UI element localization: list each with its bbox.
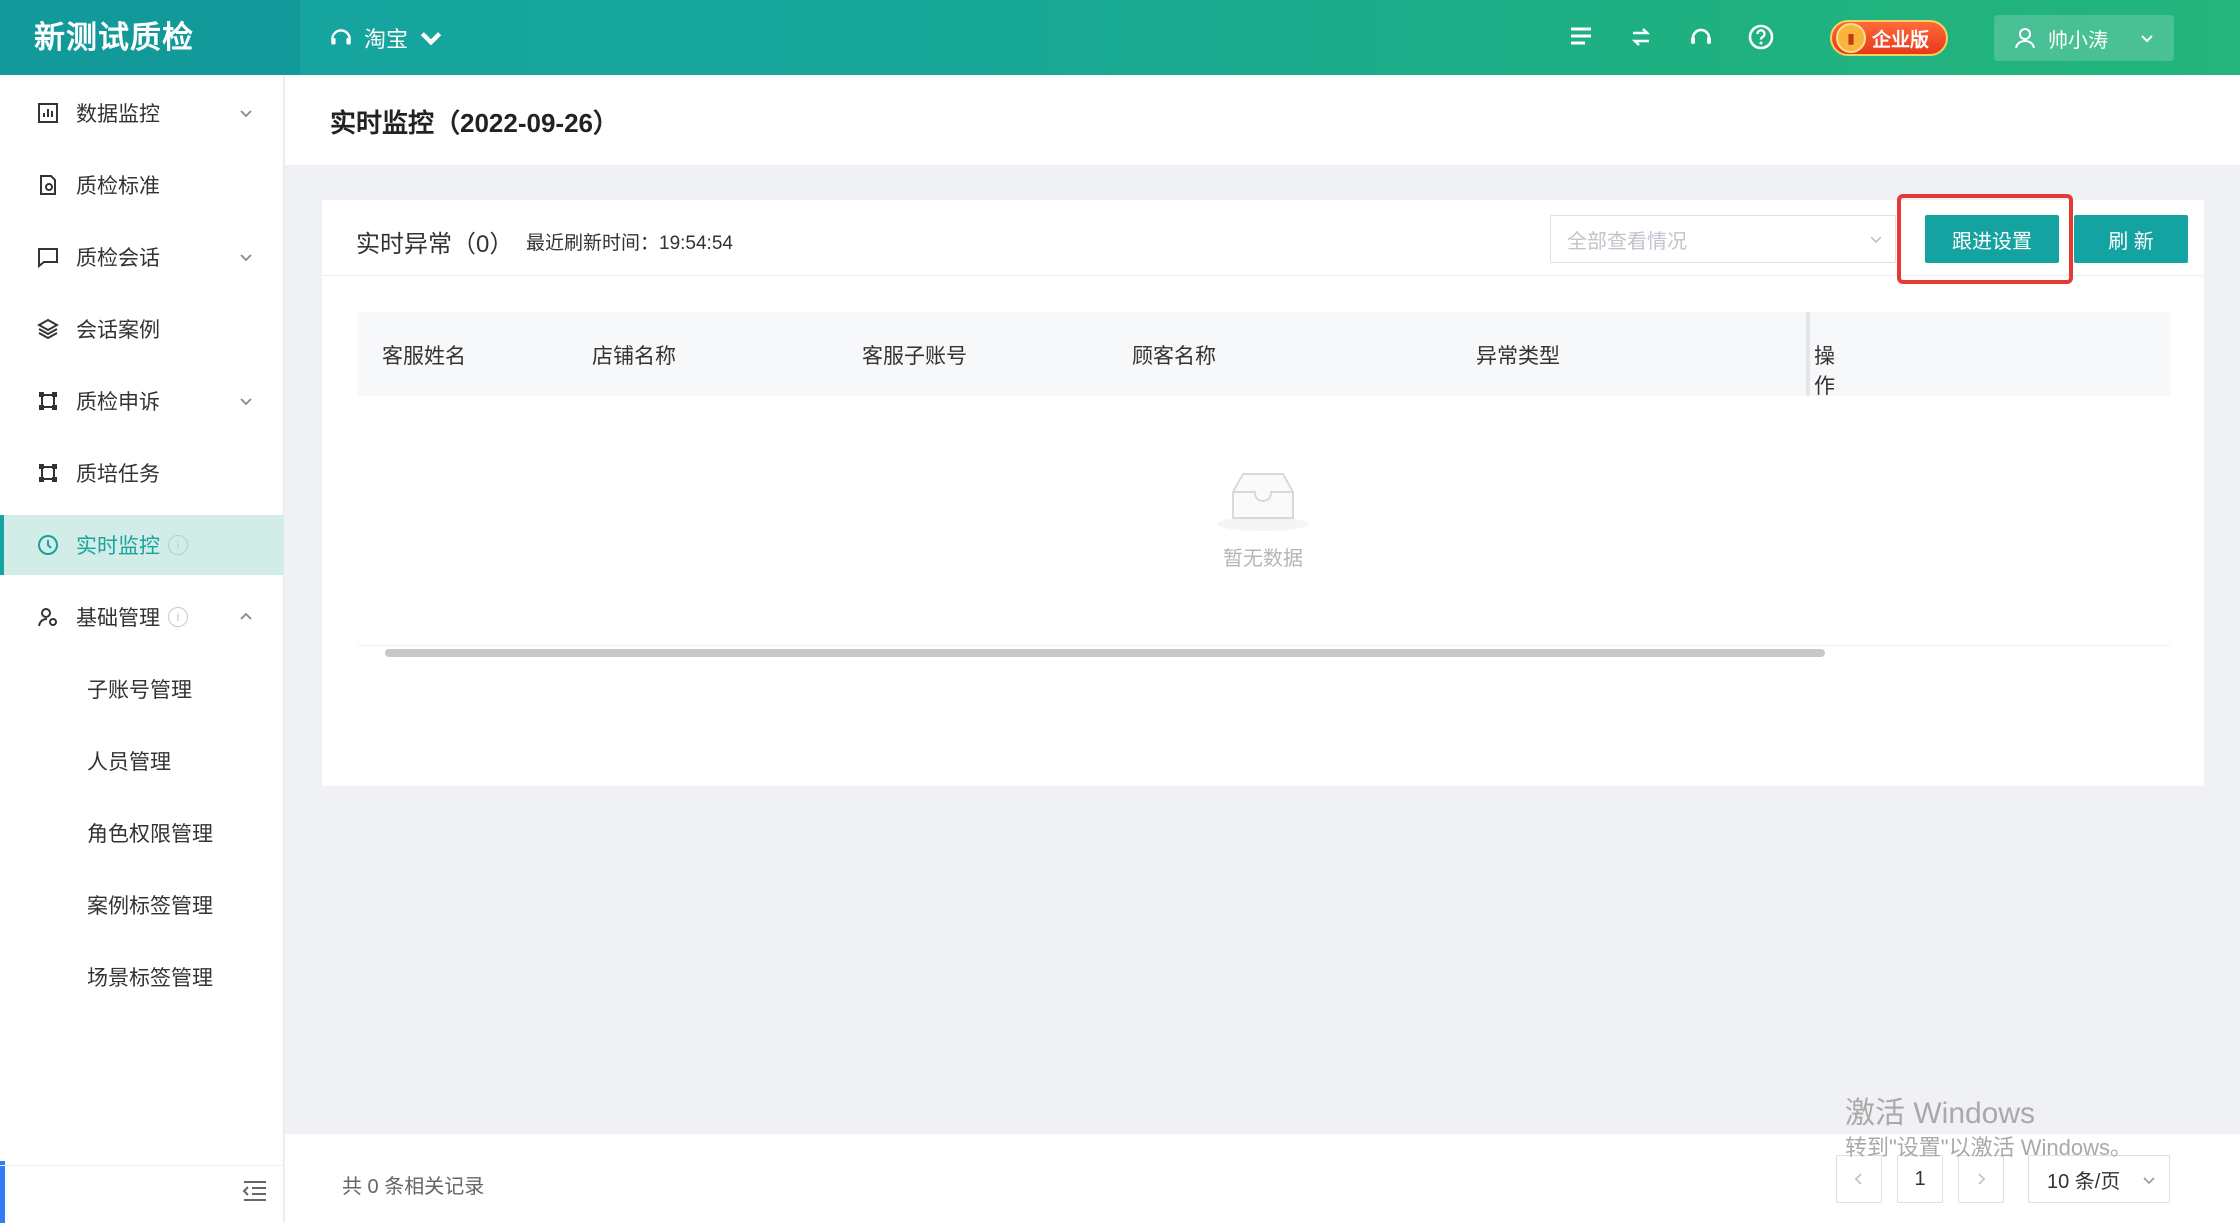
info-icon[interactable]: i	[168, 607, 188, 627]
chevron-left-icon	[1854, 1173, 1862, 1185]
page-title-bar: 实时监控（2022-09-26）	[285, 75, 2240, 165]
coin-icon: ▮	[1836, 23, 1866, 53]
shop-name: 淘宝	[364, 27, 409, 52]
chat-icon	[36, 245, 60, 269]
chevron-down-icon	[240, 110, 252, 118]
table-bottom-border	[358, 645, 2170, 646]
chevron-down-icon	[2143, 1177, 2155, 1185]
column-header: 客服子账号	[862, 345, 967, 368]
sidebar-item-realtime-monitor[interactable]: 实时监控 i	[0, 515, 284, 575]
help-icon[interactable]	[1746, 22, 1776, 52]
sidebar-item-label: 质培任务	[76, 463, 160, 486]
prev-page-button[interactable]	[1836, 1155, 1882, 1203]
divider	[0, 1165, 284, 1166]
realtime-anomaly-card: 实时异常（0） 最近刷新时间：19:54:54 全部查看情况 跟进设置 刷 新 …	[322, 194, 2204, 786]
table-header: 客服姓名 店铺名称 客服子账号 顾客名称 异常类型 操作	[358, 312, 2170, 398]
sidebar-subitem-scene-tags[interactable]: 场景标签管理	[0, 947, 284, 1007]
page-number[interactable]: 1	[1897, 1155, 1943, 1203]
card-title: 实时异常（0）	[356, 231, 514, 258]
chevron-down-icon	[2141, 35, 2153, 43]
support-headset-icon[interactable]	[1686, 22, 1716, 52]
card-header: 实时异常（0） 最近刷新时间：19:54:54 全部查看情况 跟进设置 刷 新	[322, 194, 2204, 284]
sidebar-item-label: 会话案例	[76, 319, 160, 342]
empty-state	[322, 468, 2204, 537]
frame-icon	[36, 461, 60, 485]
sidebar-accent-bar	[0, 1161, 5, 1223]
sidebar: 数据监控 质检标准 质检会话 会话案例 质检申诉 质培任务 实时监控 i 基础管…	[0, 75, 284, 1223]
sidebar-item-training-task[interactable]: 质培任务	[0, 443, 284, 503]
switch-icon[interactable]	[1626, 22, 1656, 52]
column-header-actions: 操作	[1814, 345, 1835, 398]
sidebar-item-qc-appeal[interactable]: 质检申诉	[0, 371, 284, 431]
chevron-down-icon	[240, 254, 252, 262]
shop-selector[interactable]: 淘宝	[328, 22, 444, 54]
sidebar-item-label: 数据监控	[76, 103, 160, 126]
chevron-down-icon	[420, 32, 442, 46]
windows-activation-watermark: 激活 Windows	[1845, 1097, 2036, 1130]
user-name: 帅小涛	[2048, 29, 2108, 52]
refresh-button[interactable]: 刷 新	[2074, 215, 2188, 263]
total-records: 共 0 条相关记录	[342, 1176, 485, 1198]
brand-logo[interactable]: 新测试质检	[0, 0, 300, 75]
user-menu[interactable]: 帅小涛	[1994, 15, 2174, 61]
page-size-label: 10 条/页	[2047, 1170, 2121, 1193]
column-header: 客服姓名	[382, 345, 466, 368]
layers-icon	[36, 317, 60, 341]
empty-inbox-icon	[1217, 473, 1309, 531]
sidebar-item-qc-standard[interactable]: 质检标准	[0, 155, 284, 215]
user-icon	[2015, 28, 2035, 49]
select-placeholder: 全部查看情况	[1567, 230, 1687, 253]
windows-activation-watermark-sub: 转到"设置"以激活 Windows。	[1845, 1135, 2132, 1160]
headset-icon	[331, 29, 351, 45]
sidebar-item-label: 质检标准	[76, 175, 160, 198]
sidebar-subitem-case-tags[interactable]: 案例标签管理	[0, 875, 284, 935]
top-header: 新测试质检 淘宝 ▮ 企业版 帅小涛	[0, 0, 2240, 75]
chevron-up-icon	[240, 612, 252, 620]
horizontal-scrollbar[interactable]	[385, 649, 1825, 657]
chevron-right-icon	[1978, 1173, 1986, 1185]
menu-lines-icon[interactable]	[1566, 22, 1596, 52]
sidebar-subitem-staff[interactable]: 人员管理	[0, 731, 284, 791]
sidebar-subitem-role-permission[interactable]: 角色权限管理	[0, 803, 284, 863]
column-header: 店铺名称	[592, 345, 676, 368]
chevron-down-icon	[240, 398, 252, 406]
bar-chart-icon	[36, 101, 60, 125]
clock-icon	[36, 533, 60, 557]
next-page-button[interactable]	[1958, 1155, 2004, 1203]
document-icon	[36, 173, 60, 197]
sidebar-item-label: 质检会话	[76, 247, 160, 270]
enterprise-label: 企业版	[1872, 29, 1930, 51]
sidebar-item-label: 基础管理	[76, 607, 160, 630]
empty-text: 暂无数据	[1223, 548, 1303, 570]
sidebar-item-basic-management[interactable]: 基础管理 i	[0, 587, 284, 647]
sidebar-item-session-cases[interactable]: 会话案例	[0, 299, 284, 359]
page-size-select[interactable]: 10 条/页	[2028, 1155, 2170, 1203]
sidebar-subitem-subaccount[interactable]: 子账号管理	[0, 659, 284, 719]
last-refresh-time: 最近刷新时间：19:54:54	[526, 233, 733, 254]
enterprise-badge[interactable]: ▮ 企业版	[1830, 20, 1948, 56]
fixed-column-divider	[1806, 312, 1810, 396]
column-header: 异常类型	[1476, 345, 1560, 368]
column-header: 顾客名称	[1132, 345, 1216, 368]
collapse-menu-icon[interactable]	[240, 1175, 270, 1205]
info-icon[interactable]: i	[168, 535, 188, 555]
page-title: 实时监控（2022-09-26）	[330, 108, 619, 138]
sidebar-item-qc-session[interactable]: 质检会话	[0, 227, 284, 287]
view-status-select[interactable]: 全部查看情况	[1550, 215, 1896, 263]
frame-icon	[36, 389, 60, 413]
sidebar-item-data-monitor[interactable]: 数据监控	[0, 83, 284, 143]
chevron-down-icon	[1870, 236, 1882, 244]
user-settings-icon	[36, 605, 60, 629]
sidebar-item-label: 实时监控	[76, 535, 160, 558]
annotation-highlight-box	[1897, 194, 2073, 284]
sidebar-item-label: 质检申诉	[76, 391, 160, 414]
